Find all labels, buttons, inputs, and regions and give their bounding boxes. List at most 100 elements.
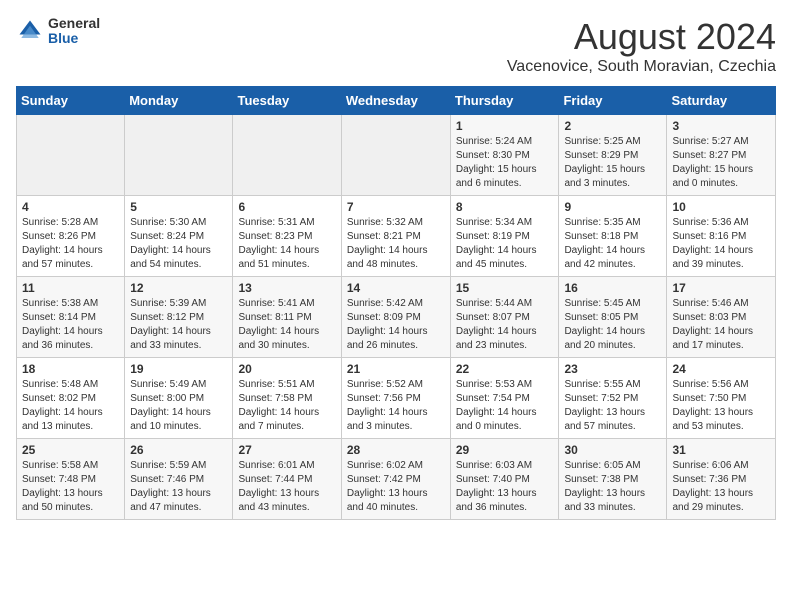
day-info: Sunrise: 6:06 AM Sunset: 7:36 PM Dayligh… xyxy=(672,459,770,515)
day-info: Sunrise: 5:32 AM Sunset: 8:21 PM Dayligh… xyxy=(347,216,445,272)
calendar-cell: 24 Sunrise: 5:56 AM Sunset: 7:50 PM Dayli… xyxy=(667,358,776,439)
page-header: General Blue August 2024 Vacenovice, Sou… xyxy=(16,16,776,76)
day-number: 16 xyxy=(564,281,661,295)
day-number: 2 xyxy=(564,119,661,133)
day-info: Sunrise: 5:46 AM Sunset: 8:03 PM Dayligh… xyxy=(672,297,770,353)
day-number: 9 xyxy=(564,200,661,214)
logo-icon xyxy=(16,17,44,45)
calendar-cell xyxy=(17,115,125,196)
day-info: Sunrise: 5:45 AM Sunset: 8:05 PM Dayligh… xyxy=(564,297,661,353)
calendar-cell: 25 Sunrise: 5:58 AM Sunset: 7:48 PM Dayli… xyxy=(17,439,125,520)
week-row-2: 4Sunrise: 5:28 AM Sunset: 8:26 PM Daylig… xyxy=(17,196,776,277)
logo-blue: Blue xyxy=(48,31,100,46)
calendar-cell: 1Sunrise: 5:24 AM Sunset: 8:30 PM Daylig… xyxy=(450,115,559,196)
calendar-cell: 10 Sunrise: 5:36 AM Sunset: 8:16 PM Dayli… xyxy=(667,196,776,277)
location: Vacenovice, South Moravian, Czechia xyxy=(507,58,776,76)
day-info: Sunrise: 5:34 AM Sunset: 8:19 PM Dayligh… xyxy=(456,216,554,272)
week-row-1: 1Sunrise: 5:24 AM Sunset: 8:30 PM Daylig… xyxy=(17,115,776,196)
weekday-header-wednesday: Wednesday xyxy=(341,87,450,115)
day-number: 31 xyxy=(672,443,770,457)
day-info: Sunrise: 6:02 AM Sunset: 7:42 PM Dayligh… xyxy=(347,459,445,515)
calendar-cell: 30Sunrise: 6:05 AM Sunset: 7:38 PM Dayli… xyxy=(559,439,667,520)
day-info: Sunrise: 5:51 AM Sunset: 7:58 PM Dayligh… xyxy=(238,378,335,434)
logo-text: General Blue xyxy=(48,16,100,47)
day-info: Sunrise: 5:53 AM Sunset: 7:54 PM Dayligh… xyxy=(456,378,554,434)
calendar-cell: 28 Sunrise: 6:02 AM Sunset: 7:42 PM Dayli… xyxy=(341,439,450,520)
day-info: Sunrise: 5:39 AM Sunset: 8:12 PM Dayligh… xyxy=(130,297,227,353)
calendar-cell: 12 Sunrise: 5:39 AM Sunset: 8:12 PM Dayli… xyxy=(125,277,233,358)
day-info: Sunrise: 6:05 AM Sunset: 7:38 PM Dayligh… xyxy=(564,459,661,515)
week-row-5: 25 Sunrise: 5:58 AM Sunset: 7:48 PM Dayli… xyxy=(17,439,776,520)
calendar-body: 1Sunrise: 5:24 AM Sunset: 8:30 PM Daylig… xyxy=(17,115,776,520)
day-info: Sunrise: 5:35 AM Sunset: 8:18 PM Dayligh… xyxy=(564,216,661,272)
calendar-cell: 8 Sunrise: 5:34 AM Sunset: 8:19 PM Daylig… xyxy=(450,196,559,277)
day-info: Sunrise: 5:41 AM Sunset: 8:11 PM Dayligh… xyxy=(238,297,335,353)
day-info: Sunrise: 5:27 AM Sunset: 8:27 PM Dayligh… xyxy=(672,135,770,191)
calendar-cell: 9 Sunrise: 5:35 AM Sunset: 8:18 PM Daylig… xyxy=(559,196,667,277)
day-number: 15 xyxy=(456,281,554,295)
day-info: Sunrise: 5:44 AM Sunset: 8:07 PM Dayligh… xyxy=(456,297,554,353)
calendar-cell: 6Sunrise: 5:31 AM Sunset: 8:23 PM Daylig… xyxy=(233,196,341,277)
day-info: Sunrise: 5:30 AM Sunset: 8:24 PM Dayligh… xyxy=(130,216,227,272)
calendar-cell: 18 Sunrise: 5:48 AM Sunset: 8:02 PM Dayli… xyxy=(17,358,125,439)
day-number: 1 xyxy=(456,119,554,133)
day-info: Sunrise: 5:36 AM Sunset: 8:16 PM Dayligh… xyxy=(672,216,770,272)
weekday-header-sunday: Sunday xyxy=(17,87,125,115)
day-number: 13 xyxy=(238,281,335,295)
day-number: 28 xyxy=(347,443,445,457)
day-info: Sunrise: 5:25 AM Sunset: 8:29 PM Dayligh… xyxy=(564,135,661,191)
weekday-header-tuesday: Tuesday xyxy=(233,87,341,115)
weekday-header-saturday: Saturday xyxy=(667,87,776,115)
weekday-header-monday: Monday xyxy=(125,87,233,115)
calendar-cell: 2 Sunrise: 5:25 AM Sunset: 8:29 PM Daylig… xyxy=(559,115,667,196)
calendar-cell: 23Sunrise: 5:55 AM Sunset: 7:52 PM Dayli… xyxy=(559,358,667,439)
day-info: Sunrise: 6:03 AM Sunset: 7:40 PM Dayligh… xyxy=(456,459,554,515)
day-number: 12 xyxy=(130,281,227,295)
day-number: 7 xyxy=(347,200,445,214)
day-info: Sunrise: 5:31 AM Sunset: 8:23 PM Dayligh… xyxy=(238,216,335,272)
day-number: 19 xyxy=(130,362,227,376)
day-info: Sunrise: 6:01 AM Sunset: 7:44 PM Dayligh… xyxy=(238,459,335,515)
day-info: Sunrise: 5:48 AM Sunset: 8:02 PM Dayligh… xyxy=(22,378,119,434)
day-info: Sunrise: 5:59 AM Sunset: 7:46 PM Dayligh… xyxy=(130,459,227,515)
calendar: SundayMondayTuesdayWednesdayThursdayFrid… xyxy=(16,86,776,520)
calendar-cell: 17 Sunrise: 5:46 AM Sunset: 8:03 PM Dayli… xyxy=(667,277,776,358)
weekday-header-friday: Friday xyxy=(559,87,667,115)
day-number: 17 xyxy=(672,281,770,295)
day-number: 20 xyxy=(238,362,335,376)
calendar-cell: 27 Sunrise: 6:01 AM Sunset: 7:44 PM Dayli… xyxy=(233,439,341,520)
calendar-cell: 22 Sunrise: 5:53 AM Sunset: 7:54 PM Dayli… xyxy=(450,358,559,439)
day-info: Sunrise: 5:38 AM Sunset: 8:14 PM Dayligh… xyxy=(22,297,119,353)
weekday-header-thursday: Thursday xyxy=(450,87,559,115)
day-number: 24 xyxy=(672,362,770,376)
day-number: 4 xyxy=(22,200,119,214)
calendar-cell: 5 Sunrise: 5:30 AM Sunset: 8:24 PM Daylig… xyxy=(125,196,233,277)
week-row-4: 18 Sunrise: 5:48 AM Sunset: 8:02 PM Dayli… xyxy=(17,358,776,439)
day-number: 5 xyxy=(130,200,227,214)
day-info: Sunrise: 5:52 AM Sunset: 7:56 PM Dayligh… xyxy=(347,378,445,434)
calendar-cell: 16 Sunrise: 5:45 AM Sunset: 8:05 PM Dayli… xyxy=(559,277,667,358)
calendar-cell: 21Sunrise: 5:52 AM Sunset: 7:56 PM Dayli… xyxy=(341,358,450,439)
week-row-3: 11Sunrise: 5:38 AM Sunset: 8:14 PM Dayli… xyxy=(17,277,776,358)
calendar-cell: 26Sunrise: 5:59 AM Sunset: 7:46 PM Dayli… xyxy=(125,439,233,520)
day-number: 18 xyxy=(22,362,119,376)
calendar-cell: 14Sunrise: 5:42 AM Sunset: 8:09 PM Dayli… xyxy=(341,277,450,358)
day-number: 10 xyxy=(672,200,770,214)
calendar-cell: 3 Sunrise: 5:27 AM Sunset: 8:27 PM Daylig… xyxy=(667,115,776,196)
calendar-cell: 19 Sunrise: 5:49 AM Sunset: 8:00 PM Dayli… xyxy=(125,358,233,439)
day-info: Sunrise: 5:56 AM Sunset: 7:50 PM Dayligh… xyxy=(672,378,770,434)
day-info: Sunrise: 5:49 AM Sunset: 8:00 PM Dayligh… xyxy=(130,378,227,434)
day-number: 8 xyxy=(456,200,554,214)
logo: General Blue xyxy=(16,16,100,47)
title-block: August 2024 Vacenovice, South Moravian, … xyxy=(507,16,776,76)
day-number: 25 xyxy=(22,443,119,457)
day-info: Sunrise: 5:42 AM Sunset: 8:09 PM Dayligh… xyxy=(347,297,445,353)
day-number: 22 xyxy=(456,362,554,376)
calendar-cell: 15 Sunrise: 5:44 AM Sunset: 8:07 PM Dayli… xyxy=(450,277,559,358)
calendar-cell: 7 Sunrise: 5:32 AM Sunset: 8:21 PM Daylig… xyxy=(341,196,450,277)
day-number: 27 xyxy=(238,443,335,457)
day-number: 3 xyxy=(672,119,770,133)
calendar-cell: 4Sunrise: 5:28 AM Sunset: 8:26 PM Daylig… xyxy=(17,196,125,277)
day-info: Sunrise: 5:58 AM Sunset: 7:48 PM Dayligh… xyxy=(22,459,119,515)
weekday-row: SundayMondayTuesdayWednesdayThursdayFrid… xyxy=(17,87,776,115)
